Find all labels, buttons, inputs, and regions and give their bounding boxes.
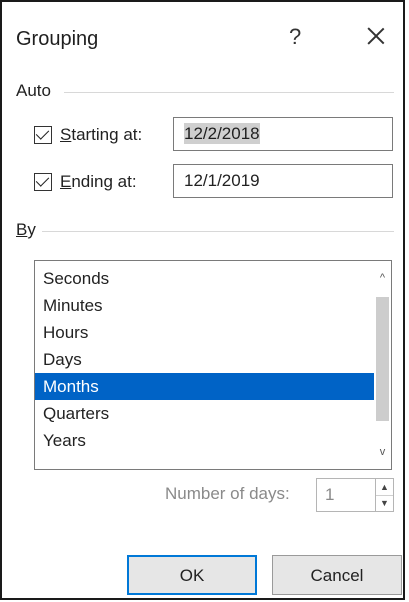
dialog-title: Grouping (16, 28, 99, 50)
list-item-hours[interactable]: Hours (35, 319, 375, 346)
list-item-quarters[interactable]: Quarters (35, 400, 375, 427)
by-label-accesskey: B (16, 220, 28, 239)
ending-at-checkbox-row[interactable]: Ending at: (34, 167, 137, 197)
number-of-days-spinner[interactable]: ▲ ▼ (376, 478, 394, 512)
ending-at-label: Ending at: (60, 172, 137, 192)
title-bar: Grouping ? (2, 2, 403, 74)
list-item-seconds[interactable]: Seconds (35, 265, 375, 292)
list-item-years[interactable]: Years (35, 427, 375, 454)
cancel-button[interactable]: Cancel (272, 555, 402, 595)
list-item-minutes[interactable]: Minutes (35, 292, 375, 319)
auto-section-label: Auto (16, 81, 51, 100)
close-icon[interactable] (362, 22, 390, 50)
listbox-scrollbar[interactable]: ^ v (374, 261, 391, 469)
by-listbox[interactable]: Seconds Minutes Hours Days Months Quarters Yea… (34, 260, 392, 470)
ending-at-label-rest: nding at: (71, 172, 137, 191)
scroll-up-icon[interactable]: ^ (376, 271, 389, 285)
ending-at-checkbox[interactable] (34, 173, 52, 191)
ending-at-value: 12/1/2019 (184, 171, 260, 190)
scroll-thumb[interactable] (376, 297, 389, 421)
by-label-rest: y (27, 220, 36, 239)
starting-at-label: Starting at: (60, 125, 142, 145)
by-list: Seconds Minutes Hours Days Months Quarters Yea… (35, 265, 375, 454)
ending-at-label-accesskey: E (60, 172, 72, 191)
by-section-label: By (16, 220, 36, 240)
list-item-days[interactable]: Days (35, 346, 375, 373)
spin-up-icon[interactable]: ▲ (376, 479, 393, 496)
auto-divider (64, 92, 394, 93)
grouping-dialog: Grouping ? Auto Starting at: 12/2/2018 E… (0, 0, 405, 600)
starting-at-label-accesskey: S (60, 125, 72, 144)
starting-at-input[interactable]: 12/2/2018 (173, 117, 393, 151)
starting-at-checkbox-row[interactable]: Starting at: (34, 120, 142, 150)
scroll-down-icon[interactable]: v (376, 445, 389, 459)
ok-button[interactable]: OK (127, 555, 257, 595)
number-of-days-label: Number of days: (165, 484, 290, 503)
ending-at-input[interactable]: 12/1/2019 (173, 164, 393, 198)
by-divider (42, 231, 394, 232)
starting-at-value: 12/2/2018 (184, 123, 260, 144)
starting-at-label-rest: tarting at: (71, 125, 143, 144)
number-of-days-input[interactable]: 1 (316, 478, 376, 512)
help-icon[interactable]: ? (289, 24, 301, 50)
spin-down-icon[interactable]: ▼ (376, 495, 393, 511)
starting-at-checkbox[interactable] (34, 126, 52, 144)
list-item-months[interactable]: Months (35, 373, 375, 400)
